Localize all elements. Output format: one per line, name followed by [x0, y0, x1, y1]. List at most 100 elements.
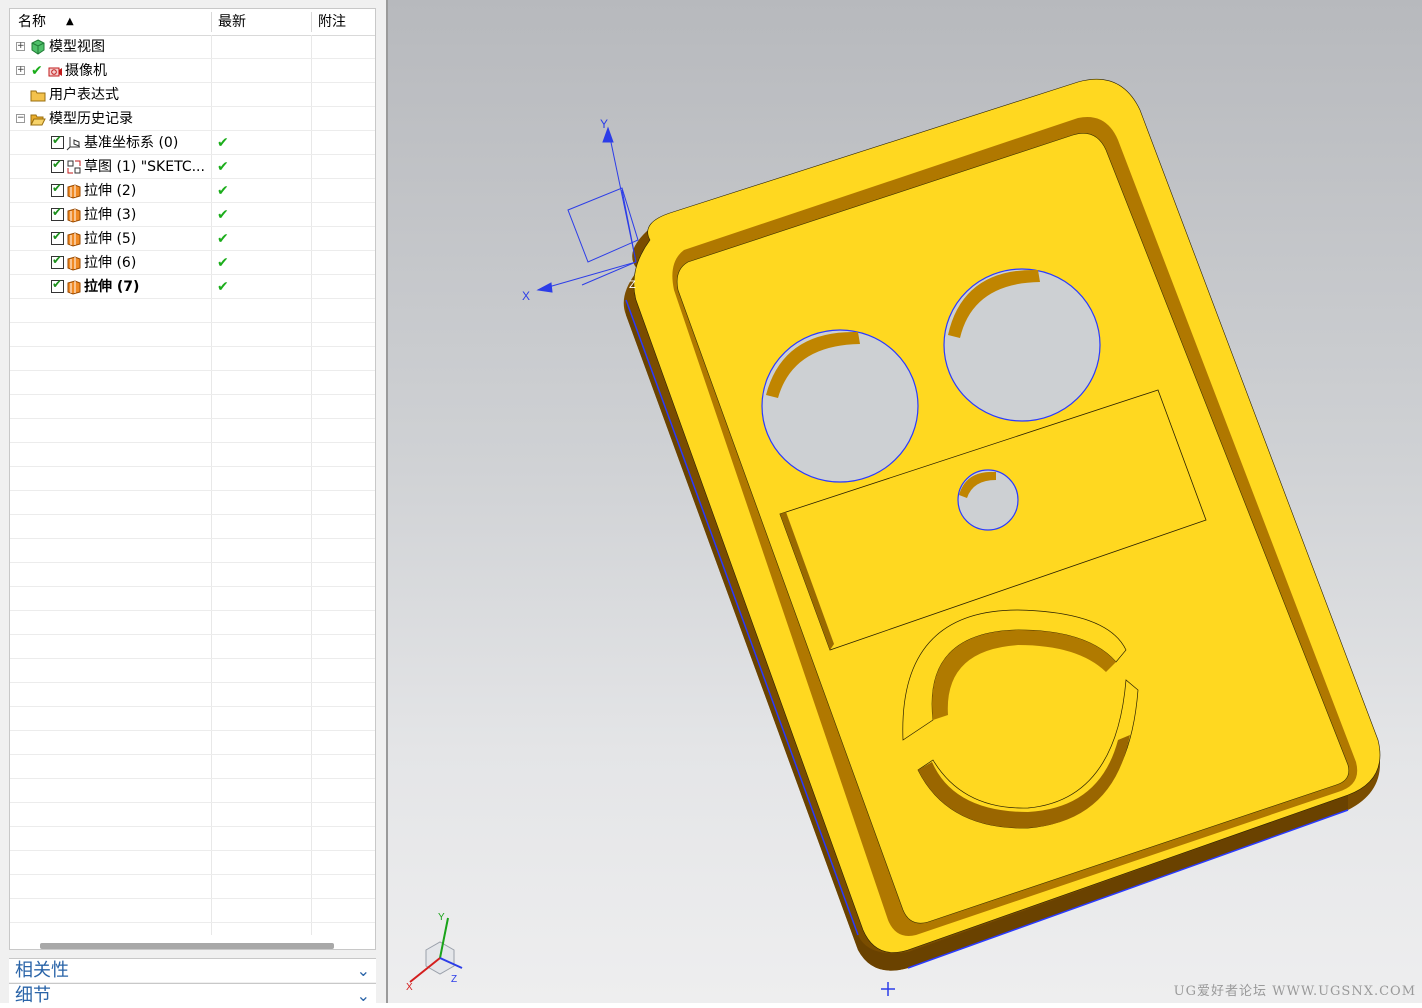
empty-row	[10, 299, 375, 323]
tree-node-label: 基准坐标系 (0)	[84, 135, 179, 151]
chevron-down-icon[interactable]: ⌄	[357, 984, 370, 1008]
folder-icon	[30, 90, 46, 102]
forum-watermark: UG爱好者论坛 WWW.UGSNX.COM	[1173, 984, 1416, 999]
column-header-name[interactable]: 名称	[18, 9, 46, 35]
empty-row	[10, 707, 375, 731]
empty-row	[10, 563, 375, 587]
visibility-checkbox[interactable]: ✔	[51, 205, 64, 221]
visibility-checkbox[interactable]: ✔	[51, 253, 64, 269]
visibility-checkbox[interactable]: ✔	[51, 133, 64, 149]
empty-row	[10, 611, 375, 635]
empty-row	[10, 755, 375, 779]
empty-row	[10, 419, 375, 443]
tree-node-extrude[interactable]: ✔ 拉伸 (2) ✔	[10, 179, 375, 203]
empty-row	[10, 539, 375, 563]
empty-row	[10, 779, 375, 803]
hole-left	[761, 329, 919, 483]
sort-ascending-icon[interactable]: ▲	[66, 9, 74, 35]
dependencies-panel-header[interactable]: 相关性 ⌄	[9, 958, 376, 982]
view-triad[interactable]: Y X Z	[406, 912, 463, 993]
empty-row	[10, 827, 375, 851]
horizontal-scrollbar[interactable]	[40, 943, 334, 949]
empty-row	[10, 851, 375, 875]
extrude-icon	[67, 280, 81, 295]
tree-node-label: 拉伸 (3)	[84, 207, 137, 223]
empty-row	[10, 395, 375, 419]
tree-node-extrude[interactable]: ✔ 拉伸 (6) ✔	[10, 251, 375, 275]
up-to-date-icon: ✔	[217, 255, 229, 271]
empty-row	[10, 731, 375, 755]
tree-node-extrude[interactable]: ✔ 拉伸 (5) ✔	[10, 227, 375, 251]
triad-y-label: Y	[438, 912, 445, 923]
empty-row	[10, 371, 375, 395]
empty-row	[10, 659, 375, 683]
extrude-icon	[67, 184, 81, 199]
dependencies-title: 相关性	[15, 960, 69, 981]
tree-node-cameras[interactable]: + ✔ 摄像机	[10, 59, 375, 83]
tree-node-user-expressions[interactable]: 用户表达式	[10, 83, 375, 107]
visibility-checkbox[interactable]: ✔	[51, 229, 64, 245]
folder-open-icon	[30, 114, 46, 126]
empty-row	[10, 803, 375, 827]
details-panel-header[interactable]: 细节 ⌄	[9, 983, 376, 1006]
visibility-checkbox[interactable]: ✔	[51, 157, 64, 173]
up-to-date-icon: ✔	[217, 207, 229, 223]
visibility-checkbox[interactable]: ✔	[51, 277, 64, 293]
tree-node-model-history[interactable]: − 模型历史记录	[10, 107, 375, 131]
tree-node-sketch[interactable]: ✔ 草图 (1) "SKETC... ✔	[10, 155, 375, 179]
empty-row	[10, 875, 375, 899]
navigator-header: 名称 ▲ 最新 附注	[10, 9, 375, 36]
camera-icon	[48, 67, 62, 77]
up-to-date-icon: ✔	[217, 279, 229, 295]
tree-node-model-views[interactable]: + 模型视图	[10, 35, 375, 59]
datum-csys	[536, 126, 639, 293]
tree-node-label: 模型视图	[49, 39, 105, 55]
empty-row	[10, 491, 375, 515]
absolute-origin-marker	[881, 982, 895, 996]
tree-node-datum-csys[interactable]: ✔ 基准坐标系 (0) ✔	[10, 131, 375, 155]
part-model: Y X Z Y X Z	[406, 78, 1381, 996]
empty-row	[10, 347, 375, 371]
empty-row	[10, 515, 375, 539]
part-navigator: 名称 ▲ 最新 附注 + 模型视图 + ✔ 摄像机 用户表达式 − 模型历史记录…	[9, 8, 376, 950]
checkmark-icon: ✔	[31, 63, 43, 79]
tree-node-extrude[interactable]: ✔ 拉伸 (3) ✔	[10, 203, 375, 227]
collapse-icon[interactable]: −	[16, 114, 25, 123]
triad-z-label: Z	[451, 974, 457, 985]
graphics-window[interactable]: Y X Z Y X Z UG爱好者论坛 WWW.UGSNX.COM	[388, 0, 1422, 1003]
details-title: 细节	[15, 985, 51, 1006]
empty-row	[10, 323, 375, 347]
extrude-icon	[67, 232, 81, 247]
tree-node-label: 模型历史记录	[49, 111, 133, 127]
triad-x-label: X	[406, 982, 413, 993]
expand-icon[interactable]: +	[16, 42, 25, 51]
column-header-latest[interactable]: 最新	[218, 9, 246, 35]
tree-node-label: 拉伸 (2)	[84, 183, 137, 199]
empty-row	[10, 443, 375, 467]
expand-icon[interactable]: +	[16, 66, 25, 75]
part-navigator-pane: 名称 ▲ 最新 附注 + 模型视图 + ✔ 摄像机 用户表达式 − 模型历史记录…	[0, 0, 386, 1006]
column-header-comment[interactable]: 附注	[318, 9, 346, 35]
tree-node-label: 用户表达式	[49, 87, 119, 103]
sketch-icon	[67, 160, 81, 174]
csys-y-label: Y	[600, 117, 608, 131]
tree-node-extrude-current[interactable]: ✔ 拉伸 (7) ✔	[10, 275, 375, 299]
tree-node-label: 拉伸 (5)	[84, 231, 137, 247]
up-to-date-icon: ✔	[217, 231, 229, 247]
visibility-checkbox[interactable]: ✔	[51, 181, 64, 197]
tree-node-label: 摄像机	[65, 63, 107, 79]
extrude-icon	[67, 208, 81, 223]
tree-node-label: 拉伸 (7)	[84, 279, 140, 295]
csys-x-label: X	[522, 289, 530, 303]
tree-node-label: 草图 (1) "SKETC...	[84, 159, 205, 175]
empty-row	[10, 899, 375, 923]
up-to-date-icon: ✔	[217, 159, 229, 175]
empty-row	[10, 683, 375, 707]
model-views-icon	[31, 39, 45, 55]
csys-z-label: Z	[629, 279, 636, 291]
up-to-date-icon: ✔	[217, 183, 229, 199]
datum-csys-icon	[66, 137, 80, 151]
empty-row	[10, 467, 375, 491]
tree-node-label: 拉伸 (6)	[84, 255, 137, 271]
chevron-down-icon[interactable]: ⌄	[357, 959, 370, 983]
